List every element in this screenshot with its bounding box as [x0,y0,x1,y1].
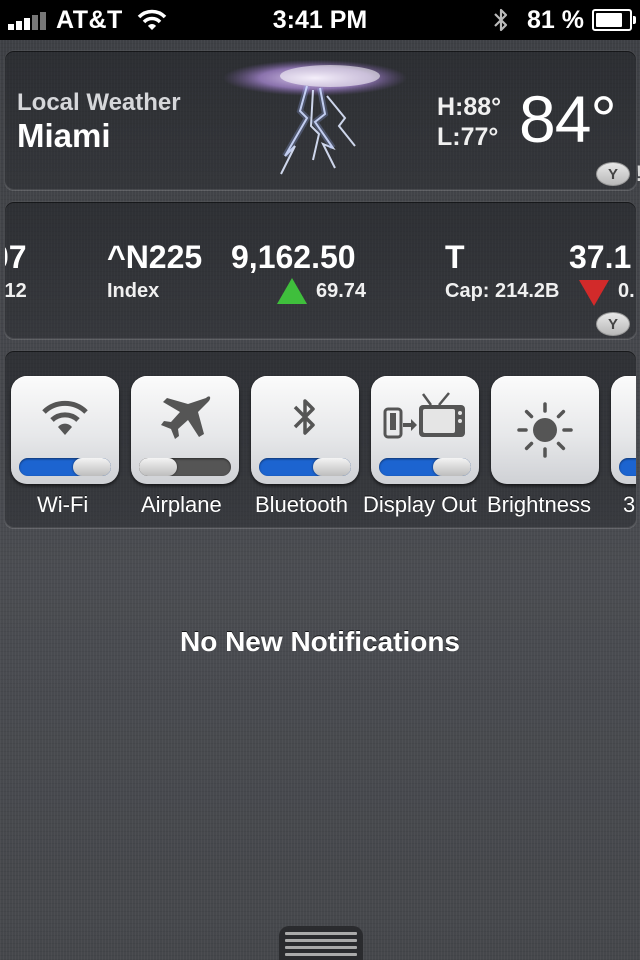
airplane-icon [161,396,211,439]
stock-up-arrow-icon [277,278,307,304]
display-out-toggle-button[interactable] [371,376,479,484]
status-right: 81 % [493,5,636,34]
toggle-label: Bluetooth [255,492,348,517]
toggles-widget: Wi-Fi Airplane Bluetooth Display Out Bri… [4,350,637,528]
toggle-label: 3 [623,492,636,517]
battery-fill [596,13,622,27]
brightness-button[interactable] [491,376,599,484]
wifi-toggle-button[interactable] [11,376,119,484]
stock-symbol: ^N225 [107,239,203,275]
battery-percent: 81 % [527,5,584,34]
partial-toggle-button[interactable] [611,376,636,484]
no-notifications-message: No New Notifications [179,626,460,657]
stock-change: 69.74 [316,280,367,302]
battery-icon [592,9,636,31]
toggle-label: Wi-Fi [37,492,89,517]
status-bar: AT&T 3:41 PM 81 % [0,0,640,40]
partial-switch[interactable] [619,458,636,476]
weather-temperature: 84° [519,82,617,156]
stock-symbol: 07 [5,239,27,275]
pull-handle[interactable] [279,926,363,960]
stock-detail: Cap: 214.2B [445,280,560,302]
toggle-label: Display Out [363,492,477,517]
display-out-switch[interactable] [379,458,471,476]
stocks-widget[interactable]: 07 .12 ^N225 9,162.50 Index 69.74 T 37.1… [4,201,637,339]
wifi-icon [42,400,88,435]
stock-price: 37.1 [569,239,632,275]
weather-city: Miami [17,117,111,154]
yahoo-logo-icon[interactable]: Y! [596,311,636,336]
brightness-icon [517,402,573,458]
bluetooth-toggle-button[interactable] [251,376,359,484]
stock-price: 9,162.50 [231,239,356,275]
wifi-switch[interactable] [19,458,111,476]
airplane-toggle-button[interactable] [131,376,239,484]
yahoo-logo-icon[interactable]: Y! [596,161,640,186]
airplane-switch[interactable] [139,458,231,476]
thunderstorm-icon [223,60,407,175]
bluetooth-switch[interactable] [259,458,351,476]
weather-low: L:77° [437,123,499,151]
toggle-label: Brightness [487,492,591,517]
bluetooth-icon [293,399,315,435]
bluetooth-icon [494,8,508,32]
weather-high: H:88° [437,93,502,121]
weather-widget[interactable]: Local Weather Miami H:88° L:77° 84° Y! [4,50,640,190]
stock-change: 0. [618,280,635,302]
stock-detail: .12 [4,280,27,302]
stock-symbol: T [445,239,465,275]
display-out-icon [383,392,465,439]
toggle-label: Airplane [141,492,222,517]
stock-down-arrow-icon [579,280,609,306]
stock-detail: Index [107,280,160,302]
weather-label: Local Weather [17,89,181,116]
